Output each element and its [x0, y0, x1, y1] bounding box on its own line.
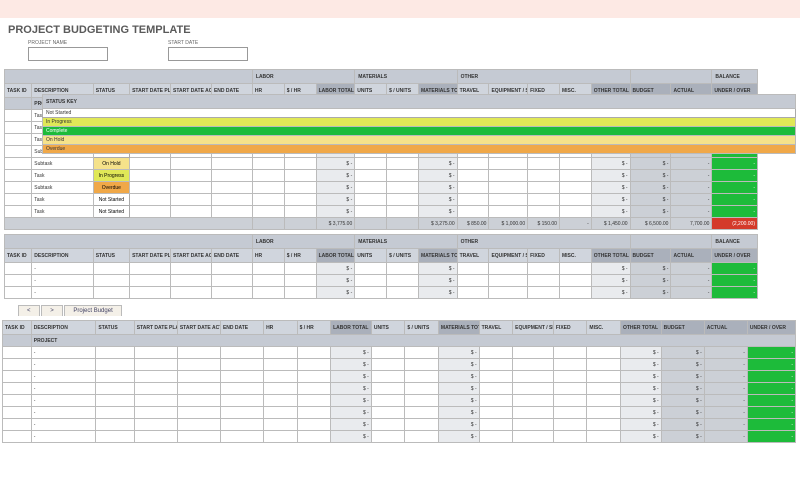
sheet-tab-bar: < > Project Budget	[18, 305, 800, 316]
project-name-label: PROJECT NAME	[28, 40, 108, 46]
table-row[interactable]: - $ - $ - $ - $ ---	[3, 359, 796, 371]
top-accent-band	[0, 0, 800, 18]
table-row[interactable]: - $ - $ - $ - $ ---	[5, 275, 758, 287]
status-legend: STATUS KEY Not Started In Progress Compl…	[42, 94, 796, 154]
tab-nav-left-icon[interactable]: <	[18, 305, 40, 316]
table-row[interactable]: Task Not Started $ - $ - $ - $ ---	[5, 206, 758, 218]
section-row: PROJECT	[3, 335, 796, 347]
page-title: PROJECT BUDGETING TEMPLATE	[0, 18, 800, 40]
totals-row: $ 3,775.00 $ 3,275.00 $ 850.00$ 1,000.00…	[5, 218, 758, 230]
table-row[interactable]: - $ - $ - $ - $ ---	[3, 419, 796, 431]
table-row[interactable]: - $ - $ - $ - $ ---	[3, 395, 796, 407]
project-name-input[interactable]	[28, 47, 108, 61]
table-row[interactable]: - $ - $ - $ - $ ---	[3, 431, 796, 443]
table-row[interactable]: - $ - $ - $ - $ ---	[3, 407, 796, 419]
sheet-tab[interactable]: Project Budget	[64, 305, 121, 316]
start-date-label: START DATE	[168, 40, 248, 46]
meta-row: PROJECT NAME START DATE	[0, 40, 800, 67]
budget-table-2[interactable]: LABOR MATERIALSOTHER BALANCE TASK IDDESC…	[4, 234, 758, 299]
table-row[interactable]: Task In Progress $ - $ - $ - $ ---	[5, 170, 758, 182]
table-row[interactable]: Subtask On Hold $ - $ - $ - $ ---	[5, 158, 758, 170]
table-row[interactable]: - $ - $ - $ - $ ---	[3, 371, 796, 383]
tab-nav-right-icon[interactable]: >	[41, 305, 63, 316]
column-header-row: TASK IDDESCRIPTIONSTATUS START DATE PLAN…	[5, 249, 758, 263]
column-header-row: TASK IDDESCRIPTIONSTATUS START DATE PLAN…	[3, 321, 796, 335]
group-header-row: LABOR MATERIALS OTHER BALANCE	[5, 70, 758, 84]
table-row[interactable]: Subtask Overdue $ - $ - $ - $ ---	[5, 182, 758, 194]
start-date-input[interactable]	[168, 47, 248, 61]
table-row[interactable]: - $ - $ - $ - $ ---	[3, 383, 796, 395]
table-row[interactable]: - $ - $ - $ - $ ---	[5, 287, 758, 299]
table-row[interactable]: - $ - $ - $ - $ ---	[5, 263, 758, 275]
table-row[interactable]: - $ - $ - $ - $ ---	[3, 347, 796, 359]
group-header-row: LABOR MATERIALSOTHER BALANCE	[5, 235, 758, 249]
table-row[interactable]: Task Not Started $ - $ - $ - $ ---	[5, 194, 758, 206]
budget-table-3[interactable]: TASK IDDESCRIPTIONSTATUS START DATE PLAN…	[2, 320, 796, 443]
